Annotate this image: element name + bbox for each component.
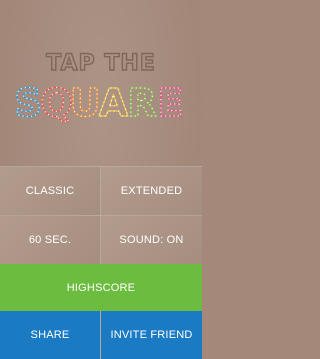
classic-label: CLASSIC bbox=[25, 185, 75, 197]
logo-letter-dots-4: R bbox=[127, 81, 156, 125]
time-label: 60 SEC. bbox=[28, 234, 72, 246]
invite-friend-button[interactable]: INVITE FRIEND bbox=[101, 311, 202, 359]
divider-middle bbox=[0, 215, 202, 216]
time-setting-button[interactable]: 60 SEC. bbox=[0, 216, 100, 264]
sound-label: SOUND: ON bbox=[119, 234, 184, 246]
logo-letter-dots-3: A bbox=[99, 81, 129, 125]
share-button[interactable]: SHARE bbox=[0, 311, 100, 359]
game-logo: TAP THE SSQQUUAARREE bbox=[0, 0, 202, 167]
divider-top bbox=[0, 166, 202, 167]
logo-letter-dots-1: Q bbox=[40, 81, 72, 125]
logo-letter-dots-2: U bbox=[70, 81, 101, 125]
invite-label: INVITE FRIEND bbox=[110, 329, 193, 341]
highscore-label: HIGHSCORE bbox=[66, 281, 136, 294]
logo-letter-dots-0: S bbox=[14, 81, 41, 125]
highscore-button[interactable]: HIGHSCORE bbox=[0, 264, 202, 311]
logo-svg: TAP THE SSQQUUAA RR EE bbox=[14, 50, 184, 125]
extended-mode-button[interactable]: EXTENDED bbox=[101, 167, 202, 215]
divider-vertical bbox=[100, 167, 101, 264]
bottom-divider bbox=[100, 311, 101, 359]
logo-line1: TAP THE bbox=[46, 51, 156, 76]
extended-label: EXTENDED bbox=[120, 185, 183, 197]
logo-letters: SSQQUUAA RR EE bbox=[14, 80, 184, 125]
classic-mode-button[interactable]: CLASSIC bbox=[0, 167, 100, 215]
share-label: SHARE bbox=[30, 329, 70, 341]
sound-toggle-button[interactable]: SOUND: ON bbox=[101, 216, 202, 264]
logo-letter-dots-5: E bbox=[158, 81, 184, 125]
